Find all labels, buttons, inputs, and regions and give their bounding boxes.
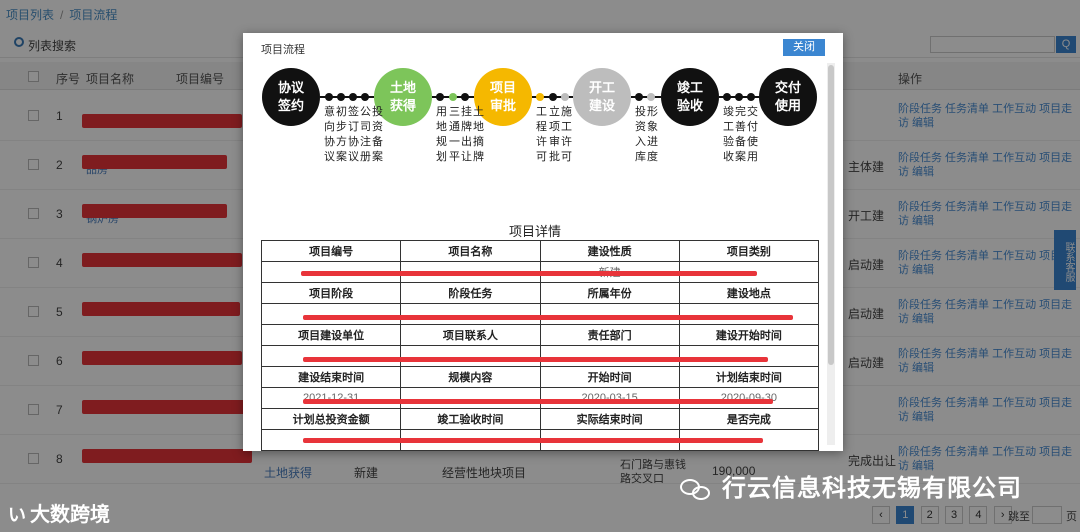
substep-label: 签订协议 (348, 106, 359, 163)
step-dot (549, 93, 557, 101)
redaction-mark (303, 315, 793, 320)
project-flow-modal: 项目流程 关闭 协议签约 土地获得 项目审批 开工建设 竣工验收 交付使用 意向协议 初步方案… (243, 33, 843, 451)
detail-label: 建设结束时间 (260, 366, 402, 388)
substep-label: 完善备案 (735, 106, 746, 163)
logo-mark-icon: い (8, 505, 26, 525)
detail-label: 竣工验收时间 (400, 408, 541, 430)
substep-label: 用地规划 (436, 106, 447, 163)
substep-label: 意向协议 (324, 106, 335, 163)
watermark-text: 行云信息科技无锡有限公司 (722, 475, 1022, 502)
detail-label: 开始时间 (539, 366, 680, 388)
detail-value (539, 345, 680, 367)
step-dot (449, 93, 457, 101)
step-dot (635, 93, 643, 101)
detail-header-row: 计划总投资金额 竣工验收时间 实际结束时间 是否完成 (260, 408, 820, 430)
stage-label: 土地获得 (389, 80, 416, 113)
logo-text: 大数跨境 (30, 504, 110, 526)
redaction-mark (301, 271, 757, 276)
detail-header-row: 项目建设单位 项目联系人 责任部门 建设开始时间 (260, 324, 820, 346)
detail-value: 2020-03-15 (539, 387, 680, 409)
detail-value: 2021-12-31 (260, 387, 402, 409)
step-dot (723, 93, 731, 101)
substep-label: 挂牌出让 (461, 106, 472, 163)
detail-label: 建设地点 (678, 282, 820, 304)
detail-label: 项目编号 (260, 240, 402, 262)
detail-label: 项目阶段 (260, 282, 402, 304)
step-dot (747, 93, 755, 101)
detail-value-row: 2021-12-31 2020-03-15 2020-09-30 (260, 387, 820, 409)
detail-title: 项目详情 (508, 224, 561, 239)
modal-scrollbar[interactable] (827, 63, 835, 445)
step-dot (561, 93, 569, 101)
detail-value (678, 345, 820, 367)
detail-header-row: 项目编号 项目名称 建设性质 项目类别 (260, 240, 820, 262)
detail-value (260, 303, 402, 325)
detail-label: 项目联系人 (400, 324, 541, 346)
substep-label: 投资入库 (635, 106, 646, 163)
detail-header-row: 建设结束时间 规模内容 开始时间 计划结束时间 (260, 366, 820, 388)
logo: い大数跨境 (8, 498, 110, 527)
detail-label: 所属年份 (539, 282, 680, 304)
substep-label: 交付使用 (747, 106, 758, 163)
detail-value (539, 303, 680, 325)
modal-title: 项目流程 (261, 44, 305, 56)
stage-node[interactable]: 协议签约 (262, 68, 320, 126)
detail-label: 项目名称 (400, 240, 541, 262)
scrollbar-thumb[interactable] (828, 65, 834, 365)
substep-label: 形象进度 (647, 106, 658, 163)
step-dot (349, 93, 357, 101)
substep-label: 投资备案 (372, 106, 383, 163)
step-dot (325, 93, 333, 101)
watermark: 行云信息科技无锡有限公司 (680, 468, 1022, 503)
step-dot (361, 93, 369, 101)
substep-label: 初步方案 (336, 106, 347, 163)
stage-node[interactable]: 开工建设 (573, 68, 631, 126)
detail-label: 计划总投资金额 (260, 408, 402, 430)
step-dot (337, 93, 345, 101)
detail-value: 2020-09-30 (678, 387, 820, 409)
step-dot (647, 93, 655, 101)
detail-header-row: 项目阶段 阶段任务 所属年份 建设地点 (260, 282, 820, 304)
stage-node[interactable]: 交付使用 (759, 68, 817, 126)
redaction-mark (303, 438, 763, 443)
detail-label: 项目类别 (678, 240, 820, 262)
substep-label: 立项审批 (549, 106, 560, 163)
substep-label: 施工许可 (561, 106, 572, 163)
redaction-mark (303, 399, 773, 404)
wechat-icon (680, 477, 712, 503)
substep-label: 三通一平 (449, 106, 460, 163)
step-dot (436, 93, 444, 101)
stage-label: 开工建设 (588, 80, 615, 113)
redaction-mark (303, 357, 768, 362)
detail-label: 阶段任务 (400, 282, 541, 304)
stage-label: 协议签约 (277, 80, 304, 113)
detail-value (400, 345, 541, 367)
stage-label: 项目审批 (489, 80, 516, 113)
detail-value-row (260, 345, 820, 367)
step-dot (735, 93, 743, 101)
detail-value (400, 303, 541, 325)
detail-label: 项目建设单位 (260, 324, 402, 346)
stage-label: 竣工验收 (676, 80, 703, 113)
detail-value (400, 387, 541, 409)
step-dot (536, 93, 544, 101)
substep-label: 竣工验收 (723, 106, 734, 163)
substep-label: 公司注册 (360, 106, 371, 163)
stage-node[interactable]: 竣工验收 (661, 68, 719, 126)
detail-label: 是否完成 (678, 408, 820, 430)
detail-label: 责任部门 (539, 324, 680, 346)
stage-label: 交付使用 (774, 80, 801, 113)
substep-label: 工程许可 (536, 106, 547, 163)
detail-label: 建设开始时间 (678, 324, 820, 346)
detail-label: 规模内容 (400, 366, 541, 388)
detail-value (678, 303, 820, 325)
detail-label: 建设性质 (539, 240, 680, 262)
close-button[interactable]: 关闭 (783, 39, 825, 56)
detail-value-row (260, 303, 820, 325)
substep-label: 土地摘牌 (473, 106, 484, 163)
detail-value (260, 345, 402, 367)
detail-label: 实际结束时间 (539, 408, 680, 430)
step-dot (461, 93, 469, 101)
detail-label: 计划结束时间 (678, 366, 820, 388)
